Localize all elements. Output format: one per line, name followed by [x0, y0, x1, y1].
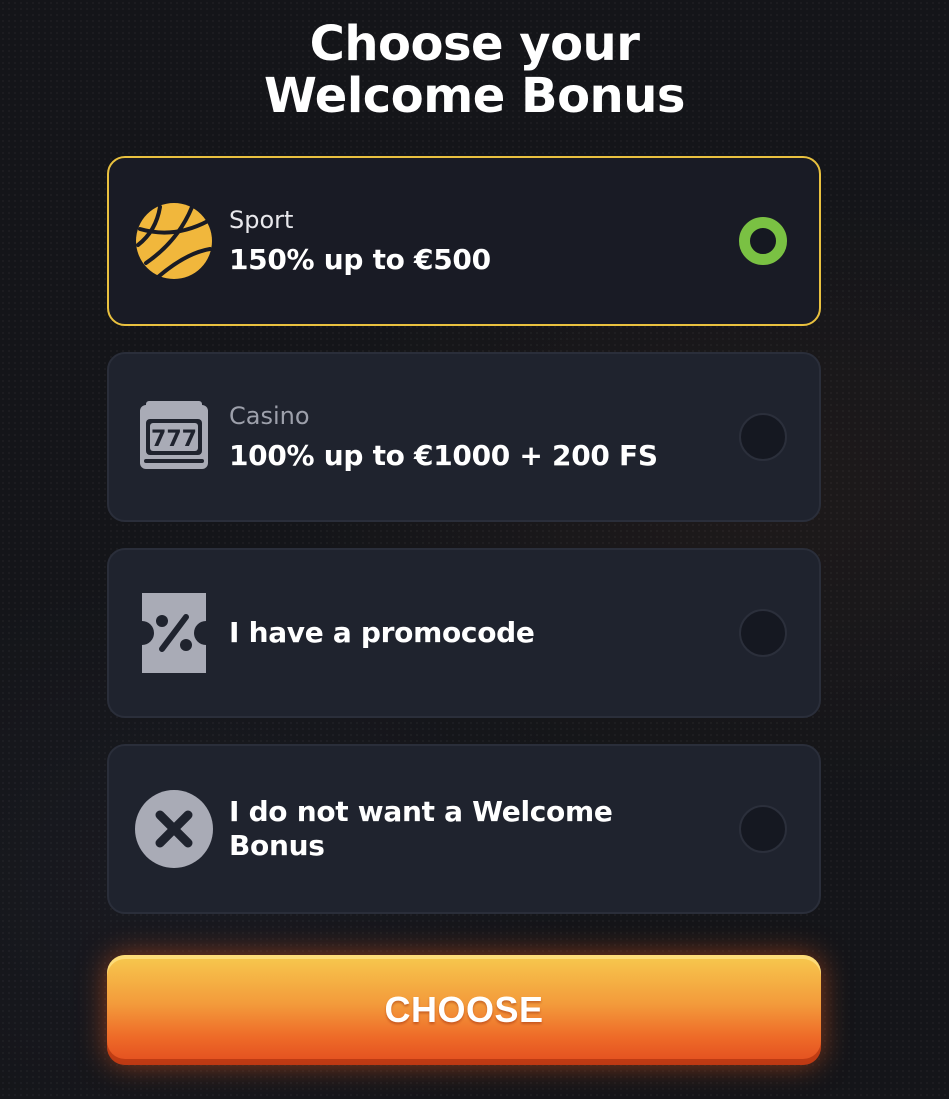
- radio-selected[interactable]: [739, 217, 787, 265]
- bonus-option-casino[interactable]: 777 Casino 100% up to €1000 + 200 FS: [107, 352, 821, 522]
- title-line-1: Choose your: [309, 16, 640, 72]
- bonus-option-promocode[interactable]: I have a promocode: [107, 548, 821, 718]
- option-category: Casino: [229, 402, 310, 430]
- bonus-option-none[interactable]: I do not want a Welcome Bonus: [107, 744, 821, 914]
- radio-unselected[interactable]: [739, 609, 787, 657]
- option-offer: I do not want a Welcome Bonus: [229, 795, 613, 862]
- option-text: Sport 150% up to €500: [229, 205, 699, 277]
- radio-unselected[interactable]: [739, 413, 787, 461]
- choose-button-label: CHOOSE: [384, 989, 544, 1030]
- option-offer: 100% up to €1000 + 200 FS: [229, 439, 658, 472]
- page-title: Choose your Welcome Bonus: [0, 18, 949, 122]
- option-text: I have a promocode: [229, 616, 699, 650]
- radio-unselected[interactable]: [739, 805, 787, 853]
- close-circle-icon: [133, 788, 215, 870]
- bonus-option-sport[interactable]: Sport 150% up to €500: [107, 156, 821, 326]
- option-offer: I have a promocode: [229, 616, 535, 649]
- title-line-2: Welcome Bonus: [264, 68, 685, 124]
- basketball-icon: [133, 200, 215, 282]
- promo-ticket-icon: [133, 592, 215, 674]
- option-offer: 150% up to €500: [229, 243, 491, 276]
- option-text: I do not want a Welcome Bonus: [229, 795, 669, 863]
- choose-button[interactable]: CHOOSE: [107, 955, 821, 1065]
- option-text: Casino 100% up to €1000 + 200 FS: [229, 401, 699, 473]
- svg-text:777: 777: [151, 427, 197, 452]
- slot-machine-icon: 777: [133, 396, 215, 478]
- option-category: Sport: [229, 206, 294, 234]
